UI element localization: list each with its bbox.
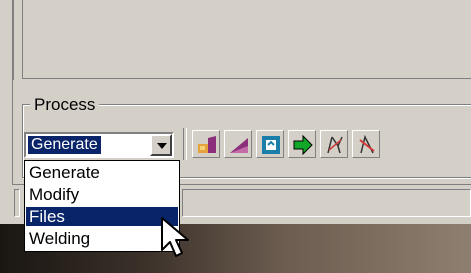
status-pane-left bbox=[14, 189, 20, 217]
process-combo[interactable]: Generate bbox=[24, 132, 174, 158]
cycle-icon bbox=[262, 136, 280, 154]
dropdown-item-generate[interactable]: Generate bbox=[26, 163, 178, 182]
forward-button[interactable] bbox=[288, 130, 316, 158]
generate-part-icon bbox=[198, 136, 216, 153]
process-group-label: Process bbox=[30, 95, 100, 114]
process-combo-value: Generate bbox=[28, 136, 101, 154]
arrow-right-icon bbox=[293, 134, 313, 156]
mouse-pointer-icon bbox=[161, 217, 189, 257]
cycle-button[interactable] bbox=[256, 130, 284, 158]
weld-path-icon bbox=[327, 136, 343, 154]
ramp-button[interactable] bbox=[224, 130, 252, 158]
upper-panel bbox=[12, 0, 471, 80]
process-combo-dropdown-button[interactable] bbox=[150, 134, 172, 156]
chevron-down-icon bbox=[157, 143, 167, 149]
ramp-icon bbox=[230, 138, 248, 153]
dropdown-item-files[interactable]: Files bbox=[26, 207, 178, 226]
weld-remove-icon bbox=[359, 134, 375, 154]
generate-part-button[interactable] bbox=[192, 130, 220, 158]
weld-remove-button[interactable] bbox=[352, 130, 380, 158]
dropdown-item-modify[interactable]: Modify bbox=[26, 185, 178, 204]
toolbar-separator bbox=[183, 128, 187, 160]
status-pane-main bbox=[182, 189, 471, 217]
upper-panel-inner bbox=[22, 0, 471, 79]
process-dropdown-list: Generate Modify Files Welding bbox=[24, 160, 180, 252]
dropdown-item-welding[interactable]: Welding bbox=[26, 229, 178, 248]
weld-path-button[interactable] bbox=[320, 130, 348, 158]
